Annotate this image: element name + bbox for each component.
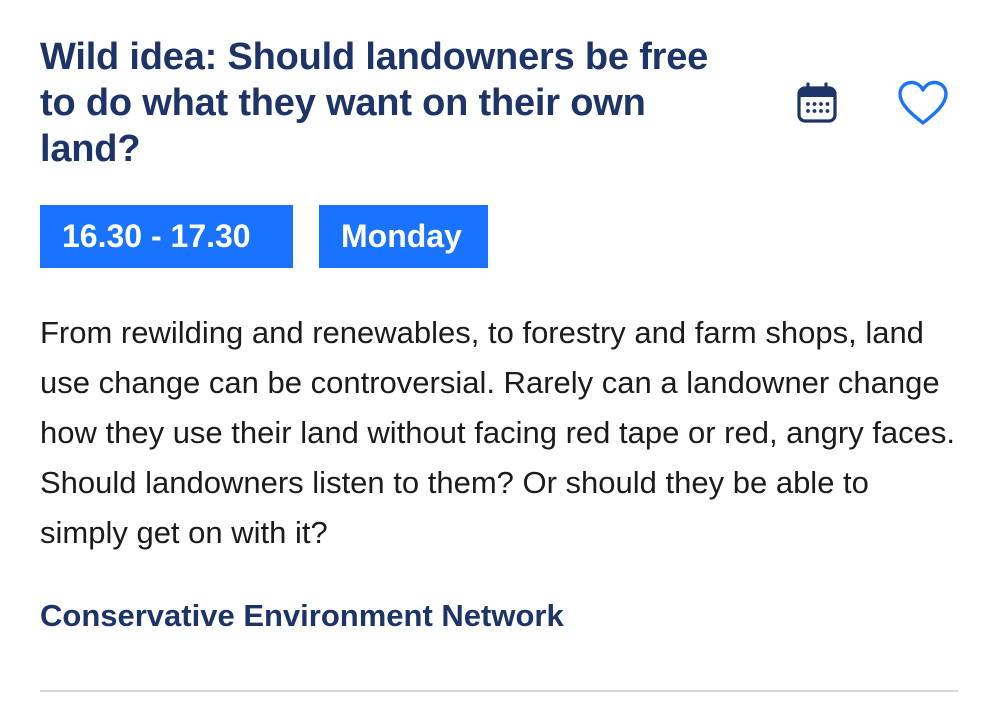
- divider: [40, 690, 958, 692]
- calendar-icon: [797, 82, 837, 123]
- event-title: Wild idea: Should landowners be free to …: [40, 36, 709, 170]
- time-badge: 16.30 - 17.30: [40, 205, 293, 268]
- event-tags: 16.30 - 17.30 Monday: [40, 205, 488, 268]
- event-organizer: Conservative Environment Network: [40, 598, 564, 633]
- day-badge: Monday: [319, 205, 488, 268]
- favorite-button[interactable]: [894, 76, 952, 130]
- event-description: From rewilding and renewables, to forest…: [40, 315, 956, 550]
- add-to-calendar-button[interactable]: [792, 78, 842, 128]
- event-card: Wild idea: Should landowners be free to …: [40, 0, 958, 701]
- event-header: Wild idea: Should landowners be free to …: [40, 34, 958, 174]
- heart-icon: [898, 80, 948, 125]
